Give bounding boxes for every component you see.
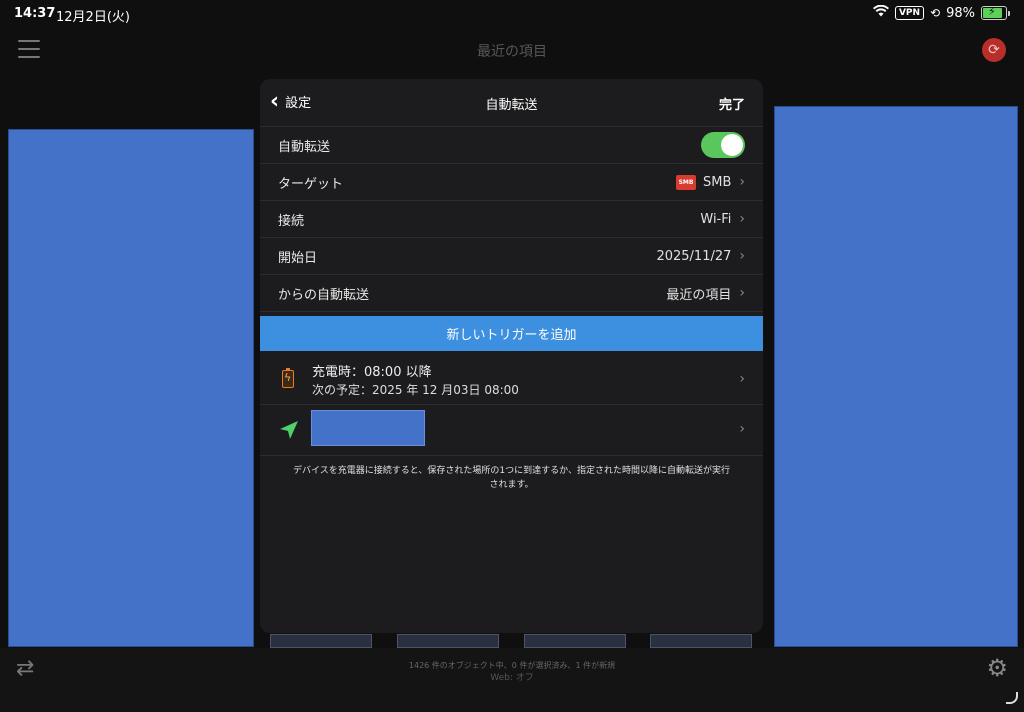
app-header: 最近の項目 ⟳ [0,28,1024,72]
thumbnail[interactable] [397,634,499,648]
battery-cap [1008,10,1010,16]
rotation-lock-icon: ⟲ [930,6,941,20]
charge-trigger-row[interactable]: ϟ 充電時：08:00 以降 次の予定：2025 年 12 月03日 08:00… [260,355,763,405]
modal-title: 自動転送 [485,98,538,113]
charge-trigger-title: 充電時：08:00 以降 [312,365,432,380]
row-auto-transfer: 自動転送 [260,127,763,164]
location-trigger-row[interactable]: › [260,405,763,456]
auto-transfer-modal: ‹ 設定 自動転送 完了 自動転送 ターゲット SMB SMB › 接続 Wi-… [260,79,763,633]
sync-icon[interactable]: ⟳ [982,38,1006,62]
bottom-bar: ⇄ 1426 件のオブジェクト中、0 件が選択済み、1 件が新規 Web: オフ… [0,648,1024,712]
vpn-badge: VPN [894,6,925,20]
chevron-right-icon: › [739,421,745,437]
modal-nav-bar: ‹ 設定 自動転送 完了 [260,79,763,127]
location-placeholder [311,410,425,446]
chevron-right-icon: › [739,371,745,387]
add-trigger-button[interactable]: 新しいトリガーを追加 [260,316,763,351]
thumbnail[interactable] [270,634,372,648]
row-label: からの自動転送 [278,287,370,303]
status-time: 14:37 [14,6,56,21]
row-connection[interactable]: 接続 Wi-Fi › [260,201,763,238]
chevron-right-icon: › [739,211,745,227]
battery-icon: ⚡ [981,5,1007,20]
status-date: 12月2日(火) [56,10,130,25]
row-start-date[interactable]: 開始日 2025/11/27 › [260,238,763,275]
row-label: ターゲット [278,176,344,192]
row-label: 接続 [278,213,305,229]
battery-percent: 98% [946,5,975,21]
blue-placeholder-right [774,106,1018,647]
row-source[interactable]: からの自動転送 最近の項目 › [260,275,763,312]
battery-charging-icon: ϟ [282,368,294,388]
connection-value: Wi-Fi [700,211,732,227]
status-right: VPN ⟲ 98% ⚡ [872,4,1010,21]
charge-trigger-next: 次の予定：2025 年 12 月03日 08:00 [312,383,519,397]
footer-note: デバイスを充電器に接続すると、保存された場所の1つに到達するか、指定された時間以… [293,466,730,490]
app-title: 最近の項目 [477,44,547,60]
start-date-value: 2025/11/27 [656,248,732,264]
gear-icon[interactable]: ⚙ [986,654,1008,682]
chevron-right-icon: › [739,248,745,264]
web-status: Web: オフ [490,673,534,683]
screen: 14:37 12月2日(火) VPN ⟲ 98% ⚡ 最近の項目 ⟳ ⇄ 142… [0,0,1024,712]
smb-drive-icon: SMB [676,174,696,190]
status-bar: 14:37 12月2日(火) VPN ⟲ 98% ⚡ [0,0,1024,28]
thumbnail[interactable] [650,634,752,648]
done-button[interactable]: 完了 [719,94,745,113]
blue-placeholder-left [8,129,254,647]
target-value: SMB [703,174,732,190]
row-target[interactable]: ターゲット SMB SMB › [260,164,763,201]
row-label: 開始日 [278,250,318,266]
chevron-right-icon: › [739,174,745,190]
location-arrow-icon [278,419,300,441]
wifi-icon [872,4,889,21]
chevron-right-icon: › [739,285,745,301]
corner-indicator [1006,692,1018,704]
row-label: 自動転送 [278,139,331,155]
source-value: 最近の項目 [666,287,732,303]
auto-transfer-toggle[interactable] [701,132,745,158]
row-value: SMB SMB [676,174,732,190]
thumbnail[interactable] [524,634,626,648]
